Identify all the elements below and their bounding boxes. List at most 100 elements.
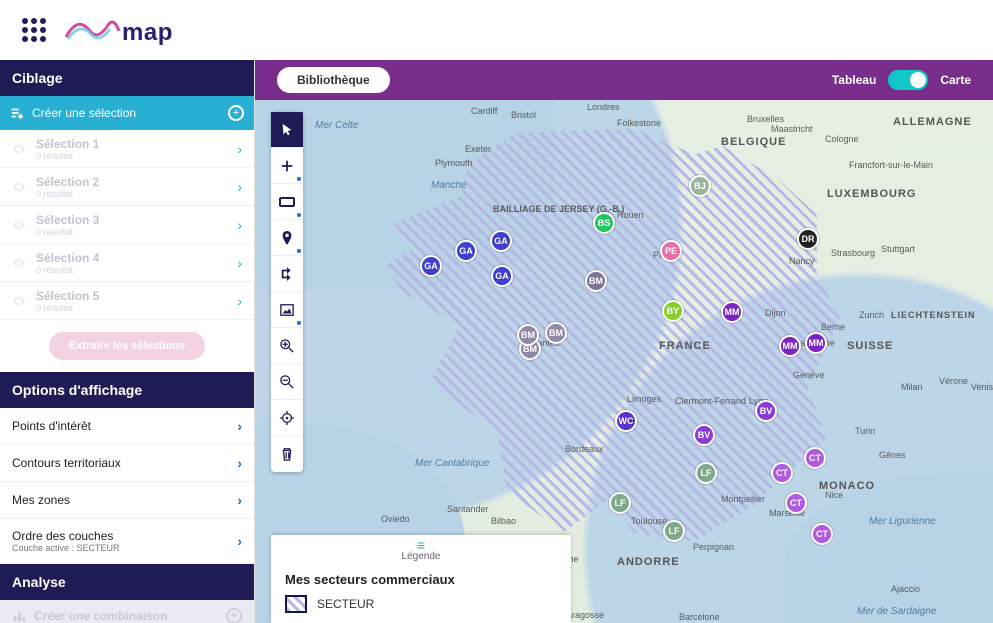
legend-item: SECTEUR (285, 595, 557, 613)
sector-pin-lf[interactable]: LF (695, 462, 717, 484)
legend-drag-handle-icon[interactable]: ≡ (285, 541, 557, 549)
sector-pin-bm[interactable]: BM (585, 270, 607, 292)
option-label: Ordre des couches (12, 529, 120, 543)
create-selection-button[interactable]: Créer une sélection + (0, 96, 254, 130)
extract-selections-button[interactable]: Extraire les sélections (49, 332, 205, 360)
city-label: Bordeaux (565, 444, 604, 454)
selection-subtitle: 0 résultat (36, 227, 237, 237)
sector-pin-mm[interactable]: MM (805, 332, 827, 354)
sector-pin-lf[interactable]: LF (609, 492, 631, 514)
country-label: ALLEMAGNE (893, 116, 972, 128)
city-label: Exeter (465, 144, 491, 154)
city-label: Santander (447, 504, 489, 514)
option-row[interactable]: Ordre des couchesCouche active : SECTEUR… (0, 519, 254, 564)
apps-menu-icon[interactable] (22, 18, 46, 42)
water-label: Mer Cantabrique (415, 458, 489, 469)
option-label: Mes zones (12, 493, 70, 507)
city-label: Londres (587, 102, 620, 112)
option-row[interactable]: Contours territoriaux› (0, 445, 254, 482)
sector-pin-ga[interactable]: GA (491, 265, 513, 287)
tool-cursor[interactable] (271, 112, 303, 148)
city-label: Barcelone (679, 612, 720, 622)
chevron-right-icon: › (237, 293, 242, 309)
chevron-right-icon: › (237, 492, 242, 508)
city-label: Bristol (511, 110, 536, 120)
sector-pin-bm[interactable]: BM (517, 324, 539, 346)
sector-pin-by[interactable]: BY (662, 300, 684, 322)
library-button[interactable]: Bibliothèque (277, 67, 390, 93)
tool-route[interactable] (271, 256, 303, 292)
sector-pin-ct[interactable]: CT (771, 462, 793, 484)
water-label: Mer de Sardaigne (857, 606, 937, 617)
chevron-right-icon: › (237, 455, 242, 471)
panel-analyse-header: Analyse (0, 564, 254, 600)
view-toggle-right[interactable]: Carte (940, 73, 971, 87)
sector-pin-bj[interactable]: BJ (689, 175, 711, 197)
city-label: Plymouth (435, 158, 473, 168)
country-label: FRANCE (659, 340, 711, 352)
sector-pin-dr[interactable]: DR (797, 228, 819, 250)
sector-pin-bs[interactable]: BS (593, 212, 615, 234)
tool-locate[interactable] (271, 400, 303, 436)
tool-rect[interactable] (271, 184, 303, 220)
country-label: SUISSE (847, 340, 893, 352)
option-row[interactable]: Points d'intérêt› (0, 408, 254, 445)
sector-pin-bv[interactable]: BV (693, 424, 715, 446)
selection-row[interactable]: Sélection 10 résultat› (0, 130, 254, 168)
city-label: Berne (821, 322, 845, 332)
sector-pin-mm[interactable]: MM (779, 335, 801, 357)
sector-pin-wc[interactable]: WC (615, 410, 637, 432)
view-toggle-left[interactable]: Tableau (832, 73, 876, 87)
selection-title: Sélection 2 (36, 175, 237, 189)
option-sublabel: Couche active : SECTEUR (12, 543, 120, 553)
selection-subtitle: 0 résultat (36, 265, 237, 275)
controlbar: Bibliothèque Tableau Carte (255, 60, 993, 100)
option-row[interactable]: Mes zones › (0, 482, 254, 519)
sector-pin-mm[interactable]: MM (721, 301, 743, 323)
city-label: Turin (855, 426, 875, 436)
bar-chart-icon (12, 609, 26, 623)
selection-row[interactable]: Sélection 30 résultat› (0, 206, 254, 244)
country-label: BELGIQUE (721, 136, 786, 148)
visibility-icon (12, 294, 26, 308)
sector-pin-bm[interactable]: BM (545, 322, 567, 344)
map-canvas[interactable]: Mer Celte Manche Mer Cantabrique Mer Lig… (255, 100, 993, 623)
sidebar: Ciblage Créer une sélection + Sélection … (0, 60, 255, 623)
sector-pin-ct[interactable]: CT (804, 447, 826, 469)
city-label: Clermont-Ferrand (675, 396, 746, 406)
water-label: Mer Celte (315, 120, 358, 131)
selection-subtitle: 0 résultat (36, 151, 237, 161)
city-label: Genève (793, 370, 825, 380)
sector-pin-ct[interactable]: CT (785, 492, 807, 514)
city-label: Ajaccio (891, 584, 920, 594)
tool-plus[interactable] (271, 148, 303, 184)
city-label: Venise (971, 382, 993, 392)
selection-title: Sélection 4 (36, 251, 237, 265)
city-label: Nice (825, 490, 843, 500)
city-label: Montpellier (721, 494, 765, 504)
legend-title: Légende (285, 551, 557, 562)
selection-subtitle: 0 résultat (36, 303, 237, 313)
create-combination-row[interactable]: Créer une combinaison + (0, 600, 254, 623)
sector-pin-lf[interactable]: LF (663, 520, 685, 542)
visibility-icon (12, 218, 26, 232)
sector-pin-ga[interactable]: GA (420, 255, 442, 277)
sector-pin-ct[interactable]: CT (811, 523, 833, 545)
legend-swatch-icon (285, 595, 307, 613)
sector-pin-pe[interactable]: PE (660, 240, 682, 262)
view-toggle-switch[interactable] (888, 70, 928, 90)
city-label: Nancy (789, 256, 815, 266)
selection-row[interactable]: Sélection 50 résultat› (0, 282, 254, 320)
tool-trash[interactable] (271, 436, 303, 472)
sector-pin-bv[interactable]: BV (755, 400, 777, 422)
selection-row[interactable]: Sélection 20 résultat› (0, 168, 254, 206)
sector-pin-ga[interactable]: GA (490, 230, 512, 252)
sector-pin-ga[interactable]: GA (455, 240, 477, 262)
tool-image[interactable] (271, 292, 303, 328)
tool-zoom-out[interactable] (271, 364, 303, 400)
tool-zoom-in[interactable] (271, 328, 303, 364)
selection-row[interactable]: Sélection 40 résultat› (0, 244, 254, 282)
tool-pin[interactable] (271, 220, 303, 256)
city-label: Bruxelles (747, 114, 784, 124)
country-label: LUXEMBOURG (827, 188, 916, 200)
